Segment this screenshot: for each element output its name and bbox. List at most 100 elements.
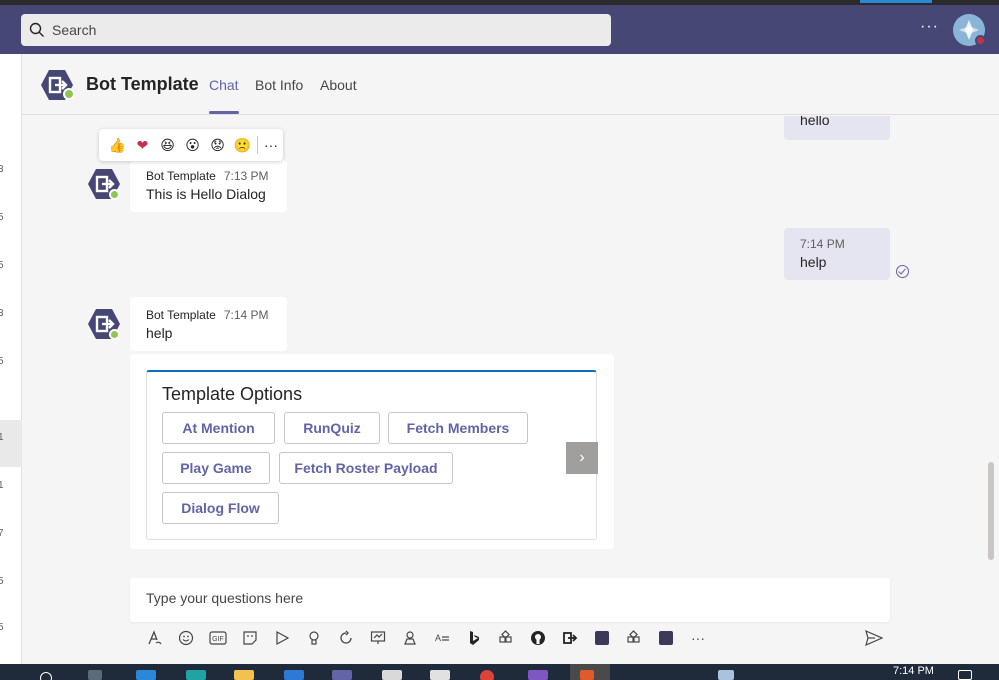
incoming-message[interactable]: Bot Template 7:14 PM help — [130, 297, 287, 351]
at-mention-button[interactable]: At Mention — [162, 412, 275, 444]
app-tile-icon[interactable] — [592, 628, 612, 648]
taskbar-clock[interactable]: 7:14 PM — [893, 665, 934, 677]
window-strip — [0, 0, 999, 5]
taskbar-notepad-icon[interactable] — [382, 670, 402, 680]
scrollbar[interactable] — [988, 462, 994, 560]
rail-number: 5 — [0, 260, 4, 271]
chat-header: Bot Template Chat Bot Info About — [22, 54, 999, 115]
format-icon[interactable] — [144, 628, 164, 648]
taskbar-app-icon[interactable] — [430, 670, 450, 680]
outgoing-message[interactable]: hello — [784, 116, 890, 140]
emoji-icon[interactable] — [176, 628, 196, 648]
github-icon[interactable] — [528, 628, 548, 648]
message-sender: Bot Template — [146, 169, 216, 183]
taskbar-vscode-icon[interactable] — [284, 670, 304, 680]
rail-number: 3 — [0, 164, 4, 175]
tab-chat[interactable]: Chat — [209, 77, 239, 93]
taskbar-explorer-icon[interactable] — [234, 670, 254, 680]
message-time: 7:13 PM — [223, 169, 269, 183]
rail-number: 1 — [0, 432, 4, 443]
message-text: help — [800, 254, 827, 270]
taskbar-powerpoint-icon[interactable] — [580, 670, 594, 680]
laugh-reaction-icon[interactable]: 😆 — [155, 137, 180, 154]
compose-toolbar: GIF A ··· — [22, 625, 999, 653]
message-text: This is Hello Dialog — [146, 186, 266, 202]
search-placeholder[interactable]: Search — [52, 22, 96, 38]
reactions-bar: 👍 ❤ 😆 😮 😟 🙁 ··· — [99, 129, 283, 161]
message-input[interactable] — [146, 590, 846, 606]
status-available-icon — [63, 88, 75, 100]
rail-selected-item[interactable] — [0, 420, 22, 467]
outgoing-message[interactable]: 7:14 PM help — [784, 228, 890, 280]
taskbar-search-icon[interactable] — [40, 672, 52, 680]
whiteboard-icon[interactable] — [368, 628, 388, 648]
taskbar-edge-icon[interactable] — [186, 670, 206, 680]
more-actions-button[interactable]: ··· — [264, 137, 278, 153]
adaptive-card-container: Template Options At Mention RunQuiz Fetc… — [130, 354, 614, 549]
top-bar: Search ··· — [0, 0, 999, 54]
window-strip-accent — [860, 0, 932, 3]
rail-number: 5 — [0, 576, 4, 587]
taskbar-weather-icon[interactable] — [718, 670, 734, 680]
rail-number: 7 — [0, 528, 4, 539]
runquiz-button[interactable]: RunQuiz — [284, 412, 380, 444]
fetch-roster-payload-button[interactable]: Fetch Roster Payload — [279, 452, 453, 484]
meet-now-icon[interactable] — [272, 628, 292, 648]
apps-icon[interactable] — [496, 628, 516, 648]
search-box[interactable]: Search — [21, 14, 611, 46]
dialog-flow-button[interactable]: Dialog Flow — [162, 492, 279, 524]
taskbar-chrome-icon[interactable] — [480, 670, 494, 680]
like-reaction-icon[interactable]: 👍 — [105, 137, 130, 154]
presence-busy-icon — [975, 35, 986, 46]
incoming-message[interactable]: Bot Template 7:13 PM This is Hello Dialog — [130, 160, 287, 212]
tab-bot-info[interactable]: Bot Info — [255, 77, 303, 93]
rail-number: 5 — [0, 356, 4, 367]
bing-icon[interactable] — [464, 628, 484, 648]
seen-check-icon — [896, 265, 909, 278]
message-time: 7:14 PM — [800, 237, 845, 251]
bot-app-icon[interactable] — [560, 628, 580, 648]
svg-text:GIF: GIF — [212, 636, 224, 643]
svg-text:A: A — [435, 633, 441, 643]
approvals-icon[interactable] — [400, 628, 420, 648]
loop-icon[interactable] — [336, 628, 356, 648]
message-text: help — [146, 325, 173, 341]
fetch-members-button[interactable]: Fetch Members — [388, 412, 528, 444]
sad-reaction-icon[interactable]: 😟 — [205, 137, 230, 154]
status-available-icon — [109, 189, 120, 200]
angry-reaction-icon[interactable]: 🙁 — [230, 137, 255, 154]
left-rail: 3 5 5 3 5 1 1 7 5 5 — [0, 54, 22, 664]
compose-box[interactable] — [130, 578, 890, 622]
rail-number: 5 — [0, 622, 4, 633]
app-tile-icon[interactable] — [656, 628, 676, 648]
adaptive-card: Template Options At Mention RunQuiz Fetc… — [146, 370, 597, 540]
surprised-reaction-icon[interactable]: 😮 — [180, 137, 205, 154]
active-tab-indicator — [209, 111, 239, 114]
taskbar-teams-icon[interactable] — [332, 670, 352, 680]
more-apps-button[interactable]: ··· — [688, 628, 708, 648]
taskbar-store-icon[interactable] — [136, 670, 156, 680]
search-icon — [29, 22, 44, 37]
play-game-button[interactable]: Play Game — [162, 452, 270, 484]
rail-number: 5 — [0, 212, 4, 223]
tab-about[interactable]: About — [320, 77, 357, 93]
taskbar-task-view-icon[interactable] — [88, 670, 102, 680]
chat-area: hello Bot Template 7:13 PM This is Hello … — [22, 116, 999, 664]
taskbar-notifications-icon[interactable] — [958, 670, 972, 680]
heart-reaction-icon[interactable]: ❤ — [130, 137, 155, 154]
gif-icon[interactable]: GIF — [208, 628, 228, 648]
apps-icon[interactable] — [624, 628, 644, 648]
send-icon[interactable] — [864, 628, 884, 648]
sticker-icon[interactable] — [240, 628, 260, 648]
taskbar-visual-studio-icon[interactable] — [528, 670, 548, 680]
message-time: 7:14 PM — [223, 308, 269, 322]
praise-icon[interactable] — [304, 628, 324, 648]
status-available-icon — [109, 329, 120, 340]
reactions-divider — [257, 136, 258, 154]
page-title: Bot Template — [86, 74, 199, 94]
rail-number: 1 — [0, 480, 4, 491]
more-options-button[interactable]: ··· — [920, 18, 939, 36]
message-text: hello — [800, 116, 830, 128]
carousel-next-button[interactable]: › — [566, 442, 598, 474]
forms-icon[interactable]: A — [432, 628, 452, 648]
